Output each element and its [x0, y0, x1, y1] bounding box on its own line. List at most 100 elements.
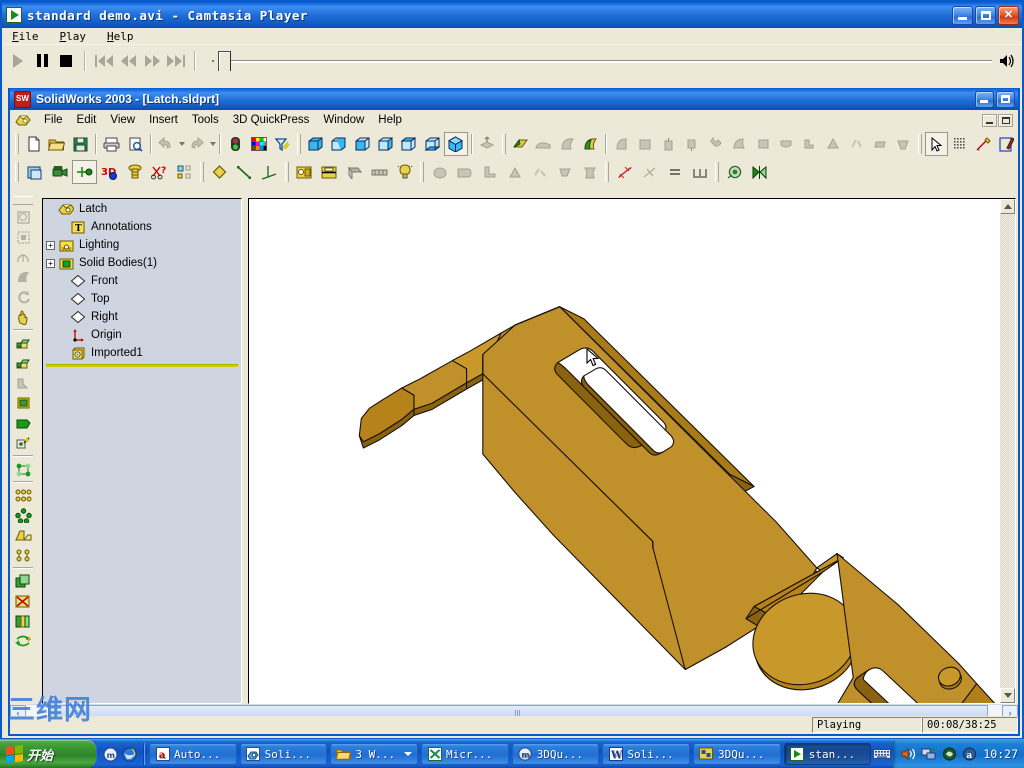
reference-axis-icon[interactable]: [232, 160, 257, 184]
player-close-button[interactable]: ✕: [998, 5, 1019, 25]
solidworks-maximize-button[interactable]: [996, 90, 1015, 108]
cube-bottom-icon[interactable]: [421, 132, 444, 156]
media-circle-icon[interactable]: m: [102, 746, 118, 762]
revolve-boss-icon[interactable]: [657, 132, 680, 156]
chamfer-icon[interactable]: [774, 132, 797, 156]
arrow-pointer-icon[interactable]: [924, 132, 949, 156]
tree-item-front[interactable]: Front: [44, 272, 240, 290]
task-button-excel[interactable]: Micr...: [421, 743, 509, 765]
feature-manager-tree[interactable]: Latch T Annotations + Lighting + Solid B…: [42, 198, 242, 704]
pan-hand-icon[interactable]: [12, 307, 34, 327]
player-menu-file[interactable]: File: [10, 30, 41, 43]
rib-icon[interactable]: [798, 132, 821, 156]
floppy-save-icon[interactable]: [69, 132, 92, 156]
model-canvas[interactable]: [250, 200, 999, 703]
task-button-camtasia-player[interactable]: stan...: [783, 743, 872, 765]
sw-menu-view[interactable]: View: [104, 112, 141, 128]
play-button[interactable]: [6, 50, 30, 72]
player-titlebar[interactable]: standard demo.avi - Camtasia Player ✕: [2, 2, 1022, 28]
print-preview-icon[interactable]: [123, 132, 146, 156]
base-flange-icon[interactable]: [427, 160, 452, 184]
edit-sketch-icon[interactable]: [995, 132, 1018, 156]
sketch-pencil-icon[interactable]: [971, 132, 994, 156]
solidworks-app-icon[interactable]: [14, 112, 32, 129]
unfold-icon[interactable]: [577, 160, 602, 184]
mdi-restore-button[interactable]: [998, 113, 1013, 127]
circular-pattern-icon[interactable]: [12, 505, 34, 525]
shaded-icon[interactable]: [556, 132, 579, 156]
cube-top-icon[interactable]: [397, 132, 420, 156]
linear-pattern-icon[interactable]: [12, 485, 34, 505]
hidden-removed-icon[interactable]: [12, 353, 34, 373]
sw-menu-file[interactable]: File: [38, 112, 69, 128]
move-component-icon[interactable]: [12, 459, 34, 479]
tree-item-solid-bodies[interactable]: + Solid Bodies(1): [44, 254, 240, 272]
open-folder-icon[interactable]: [45, 132, 68, 156]
cube-front-icon[interactable]: [304, 132, 327, 156]
cube-right-icon[interactable]: [374, 132, 397, 156]
redo-arrow-icon[interactable]: [185, 132, 208, 156]
equal-relation-icon[interactable]: [662, 160, 687, 184]
dome-icon[interactable]: [868, 132, 891, 156]
normal-to-icon[interactable]: [476, 132, 499, 156]
mold-tools-icon[interactable]: [292, 160, 317, 184]
suppress-icon[interactable]: [12, 591, 34, 611]
sweep-icon[interactable]: [704, 132, 727, 156]
solidworks-minimize-button[interactable]: [975, 90, 994, 108]
stop-button[interactable]: [54, 50, 78, 72]
task-button-autocad[interactable]: a Auto...: [149, 743, 237, 765]
tree-expander-plus[interactable]: +: [46, 258, 55, 268]
messenger-icon[interactable]: a: [961, 746, 977, 762]
skip-start-button[interactable]: [92, 50, 116, 72]
cube-left-icon[interactable]: [350, 132, 373, 156]
perspective-icon[interactable]: [12, 413, 34, 433]
task-button-solidworks-doc[interactable]: Soli...: [239, 743, 328, 765]
sw-menu-3d-quickpress[interactable]: 3D QuickPress: [227, 112, 316, 128]
rewind-button[interactable]: [116, 50, 140, 72]
insert-component-icon[interactable]: [72, 160, 97, 184]
shield-icon[interactable]: [941, 746, 957, 762]
player-minimize-button[interactable]: [952, 5, 973, 25]
scroll-up-button[interactable]: [1000, 199, 1015, 214]
redo-dropdown-arrow-icon[interactable]: [209, 142, 216, 146]
shadow-icon[interactable]: [12, 373, 34, 393]
curvature-wand-icon[interactable]: [12, 433, 34, 453]
sw-menu-tools[interactable]: Tools: [186, 112, 225, 128]
edge-flange-icon[interactable]: [452, 160, 477, 184]
smart-dimension-icon[interactable]: [612, 160, 637, 184]
library-feature-icon[interactable]: [12, 571, 34, 591]
miter-flange-icon[interactable]: [477, 160, 502, 184]
shaded-view-icon[interactable]: [12, 333, 34, 353]
section-box-icon[interactable]: [12, 393, 34, 413]
draft-icon[interactable]: [844, 132, 867, 156]
hem-icon[interactable]: [502, 160, 527, 184]
edit-part-icon[interactable]: [22, 160, 47, 184]
skip-end-button[interactable]: [164, 50, 188, 72]
replace-icon[interactable]: [12, 631, 34, 651]
wireframe-icon[interactable]: [509, 132, 532, 156]
lamp-icon[interactable]: [392, 160, 417, 184]
scroll-down-button[interactable]: [1000, 688, 1015, 703]
fast-forward-button[interactable]: [140, 50, 164, 72]
shaded-edges-icon[interactable]: [579, 132, 602, 156]
task-button-word[interactable]: W Soli...: [602, 743, 691, 765]
task-button-3dquickpress-1[interactable]: m 3DQu...: [511, 743, 600, 765]
viewport-vertical-scrollbar[interactable]: [1000, 199, 1015, 703]
fully-define-icon[interactable]: [687, 160, 712, 184]
camera-icon[interactable]: [47, 160, 72, 184]
revolve-cut-icon[interactable]: [681, 132, 704, 156]
tree-item-annotations[interactable]: T Annotations: [44, 218, 240, 236]
tree-item-imported1[interactable]: Imported1: [44, 344, 240, 362]
task-button-folder[interactable]: 3 W...: [330, 743, 419, 765]
shell-icon[interactable]: [821, 132, 844, 156]
derived-pattern-icon[interactable]: [12, 545, 34, 565]
loft-icon[interactable]: [727, 132, 750, 156]
zoom-area-icon[interactable]: [12, 227, 34, 247]
mirror-icon[interactable]: [12, 525, 34, 545]
parting-line-icon[interactable]: [317, 160, 342, 184]
tree-item-origin[interactable]: Origin: [44, 326, 240, 344]
solidworks-titlebar[interactable]: SW SolidWorks 2003 - [Latch.sldprt]: [10, 88, 1018, 110]
speaker-icon[interactable]: [996, 50, 1018, 72]
tree-item-right[interactable]: Right: [44, 308, 240, 326]
network-icon[interactable]: [921, 746, 937, 762]
